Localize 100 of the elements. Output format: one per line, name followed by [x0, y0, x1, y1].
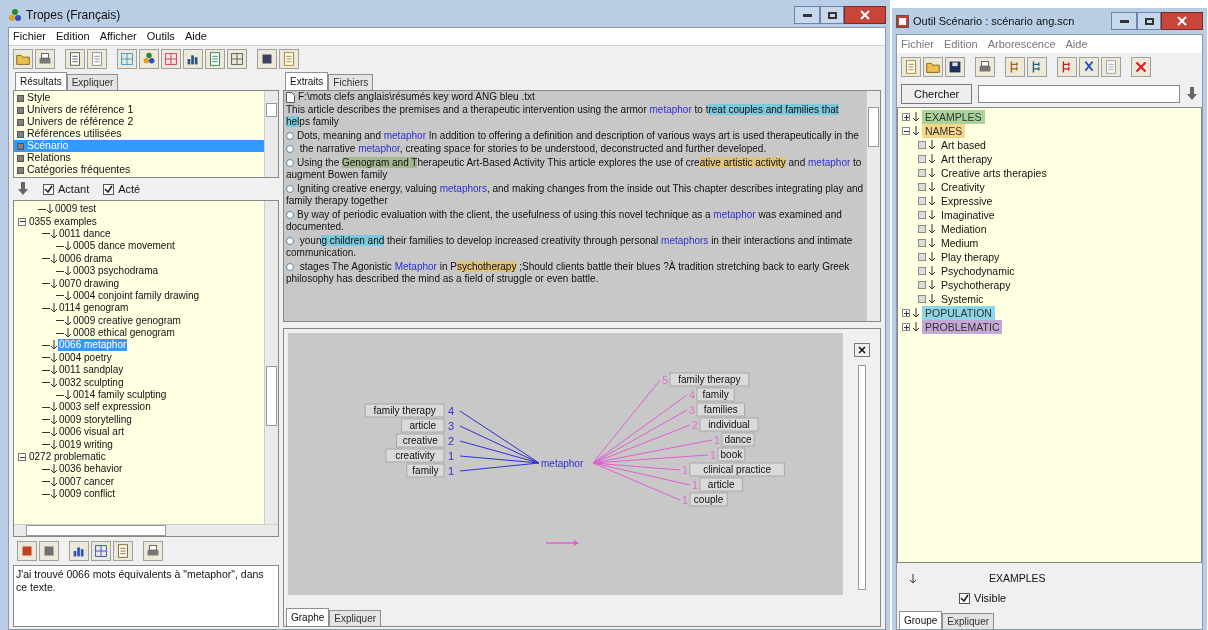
- tree-item[interactable]: 0014 family sculpting: [72, 389, 168, 402]
- tree-item[interactable]: 0004 poetry: [58, 351, 113, 364]
- tree-item[interactable]: Medium: [938, 236, 979, 250]
- menu-item[interactable]: Outils: [146, 28, 175, 45]
- document-icon[interactable]: [113, 541, 133, 561]
- node-label[interactable]: article: [401, 418, 445, 433]
- maximize-button[interactable]: [1137, 12, 1161, 30]
- tree-item[interactable]: 0006 drama: [58, 252, 114, 265]
- node-label[interactable]: dance: [721, 432, 755, 447]
- tree-item[interactable]: Creativity: [938, 180, 985, 194]
- grid-icon[interactable]: [227, 49, 247, 69]
- square-icon[interactable]: [39, 541, 59, 561]
- close-button[interactable]: [844, 6, 886, 24]
- node-label[interactable]: couple: [689, 492, 728, 507]
- tree-item[interactable]: 0004 conjoint family drawing: [72, 289, 201, 302]
- checkbox[interactable]: Visible: [959, 589, 1202, 607]
- tree-item[interactable]: 0009 creative genogram: [72, 314, 182, 327]
- maximize-button[interactable]: [820, 6, 844, 24]
- tree-item[interactable]: 0003 self expression: [58, 401, 152, 414]
- menu-item[interactable]: Aide: [184, 28, 207, 45]
- figure-icon[interactable]: [139, 49, 159, 69]
- menu-item[interactable]: Arborescence: [987, 35, 1056, 53]
- tree-item[interactable]: 0003 psychodrama: [72, 265, 160, 278]
- menu-item[interactable]: Afficher: [99, 28, 137, 45]
- tree-item[interactable]: Creative arts therapies: [938, 166, 1047, 180]
- minimize-button[interactable]: [794, 6, 820, 24]
- node-label[interactable]: family therapy: [669, 372, 750, 387]
- menu-item[interactable]: Edition: [56, 28, 90, 45]
- expand-toggle[interactable]: [902, 323, 910, 331]
- grid-icon[interactable]: [161, 49, 181, 69]
- node-label[interactable]: family: [696, 387, 735, 402]
- node-label[interactable]: individual: [699, 417, 759, 432]
- close-button[interactable]: [853, 343, 870, 357]
- tree-icon[interactable]: [1057, 57, 1077, 77]
- tree-item[interactable]: Play therapy: [938, 250, 1000, 264]
- group-label[interactable]: NAMES: [922, 124, 966, 138]
- group-label[interactable]: PROBLEMATIC: [922, 320, 1003, 334]
- tree-item[interactable]: 0009 conflict: [58, 488, 117, 501]
- tree-item[interactable]: Expressive: [938, 194, 993, 208]
- tree-item[interactable]: Mediation: [938, 222, 987, 236]
- node-label[interactable]: article: [699, 477, 743, 492]
- menu-item[interactable]: Aide: [1065, 35, 1088, 53]
- tree-item[interactable]: 0036 behavior: [58, 463, 124, 476]
- tab[interactable]: Fichiers: [328, 74, 374, 90]
- tree-item[interactable]: 0009 test: [54, 203, 98, 216]
- document-icon[interactable]: [901, 57, 921, 77]
- category-item[interactable]: Relations: [14, 152, 264, 164]
- tree-item[interactable]: 0005 dance movement: [72, 240, 176, 253]
- tree-item[interactable]: 0114 genogram: [58, 302, 130, 315]
- tree-item[interactable]: 0070 drawing: [58, 277, 121, 290]
- tree-item[interactable]: Psychodynamic: [938, 264, 1015, 278]
- search-field[interactable]: [978, 85, 1180, 103]
- grid-icon[interactable]: [91, 541, 111, 561]
- tree-item[interactable]: Art therapy: [938, 152, 993, 166]
- printer-icon[interactable]: [975, 57, 995, 77]
- menu-item[interactable]: Edition: [944, 35, 978, 53]
- square-icon[interactable]: [17, 541, 37, 561]
- group-label[interactable]: POPULATION: [922, 306, 995, 320]
- close-icon[interactable]: [1131, 57, 1151, 77]
- tree-item[interactable]: 0011 dance: [58, 227, 112, 240]
- tree-icon[interactable]: [1027, 57, 1047, 77]
- tree-item[interactable]: 0009 storytelling: [58, 413, 133, 426]
- tree-item[interactable]: Art based: [938, 138, 986, 152]
- tab[interactable]: Résultats: [15, 72, 67, 90]
- tree-item[interactable]: 0272 problematic: [28, 451, 107, 463]
- category-item[interactable]: Références utilisées: [14, 128, 264, 140]
- tree-item[interactable]: Imaginative: [938, 208, 995, 222]
- menu-item[interactable]: Fichier: [901, 35, 934, 53]
- node-label[interactable]: clinical practice: [689, 462, 785, 477]
- expand-toggle[interactable]: [902, 309, 910, 317]
- group-label[interactable]: EXAMPLES: [922, 110, 985, 124]
- tree-item[interactable]: 0011 sandplay: [58, 364, 125, 377]
- chart-icon[interactable]: [69, 541, 89, 561]
- node-label[interactable]: family: [406, 463, 445, 478]
- document-icon[interactable]: [65, 49, 85, 69]
- down-arrow-icon[interactable]: [1186, 87, 1198, 101]
- floppy-icon[interactable]: [945, 57, 965, 77]
- document-icon[interactable]: [1101, 57, 1121, 77]
- scrollbar[interactable]: [264, 201, 278, 524]
- tree-item[interactable]: 0008 ethical genogram: [72, 327, 176, 340]
- checkbox[interactable]: Actant: [43, 180, 90, 198]
- tree-item[interactable]: Psychotherapy: [938, 278, 1011, 292]
- expand-toggle[interactable]: [902, 113, 910, 121]
- collapse-toggle[interactable]: [18, 453, 26, 461]
- node-label[interactable]: book: [717, 447, 746, 462]
- category-item[interactable]: Catégories fréquentes: [14, 164, 264, 176]
- category-item[interactable]: Univers de référence 2: [14, 116, 264, 128]
- scrollbar[interactable]: [264, 91, 278, 177]
- tab[interactable]: Groupe: [899, 611, 943, 629]
- checkbox[interactable]: Acté: [103, 180, 141, 198]
- tab[interactable]: Expliquer: [329, 610, 382, 626]
- category-item[interactable]: Univers de référence 1: [14, 104, 264, 116]
- document-icon[interactable]: [205, 49, 225, 69]
- tree-icon[interactable]: [1005, 57, 1025, 77]
- scrollbar[interactable]: [866, 91, 880, 321]
- collapse-toggle[interactable]: [18, 217, 26, 226]
- node-label[interactable]: families: [696, 402, 746, 417]
- document-icon[interactable]: [87, 49, 107, 69]
- tab[interactable]: Expliquer: [66, 74, 119, 90]
- folder-icon[interactable]: [13, 49, 33, 69]
